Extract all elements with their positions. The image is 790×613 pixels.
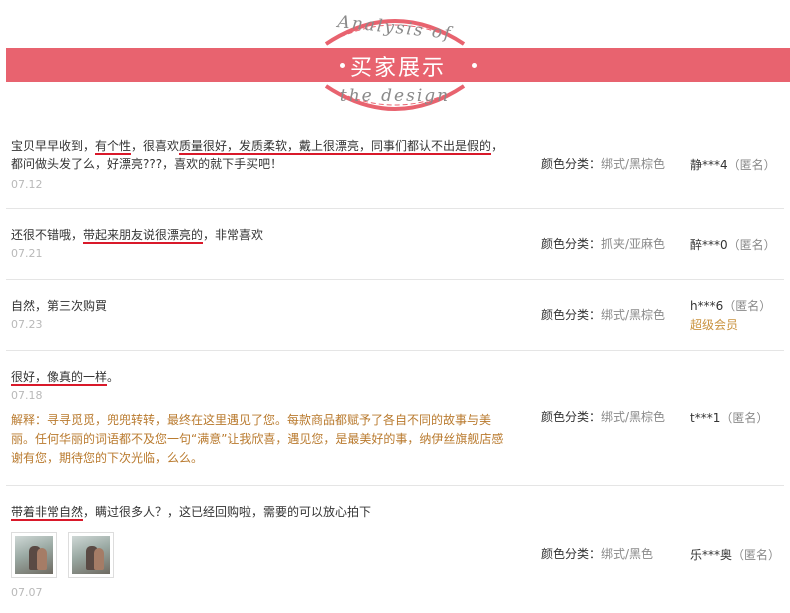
- review-text-segment: 还很不错哦，: [11, 228, 84, 242]
- review-text-highlight: 很好，像真的一样: [11, 370, 108, 386]
- reviewer: 乐***奥（匿名）: [690, 546, 780, 563]
- color-category-label: 颜色分类：: [541, 547, 602, 561]
- review-date: 07.12: [11, 178, 43, 191]
- reviewer: t***1（匿名）: [690, 409, 768, 426]
- banner: 买家展示: [6, 48, 790, 82]
- review-photo-thumbnail[interactable]: [68, 532, 114, 578]
- review-text: 还很不错哦，带起来朋友说很漂亮的，非常喜欢: [11, 226, 506, 244]
- reviewer: 醉***0（匿名）: [690, 236, 776, 253]
- anonymous-tag: （匿名）: [727, 238, 776, 252]
- reviewer-name: 醉***0: [690, 238, 728, 252]
- anonymous-tag: （匿名）: [720, 411, 769, 425]
- color-category-value: 绑式/黑色: [601, 547, 654, 561]
- color-category-value: 绑式/黑棕色: [601, 410, 666, 424]
- review-text-highlight: 带着非常自然: [11, 505, 84, 521]
- review-list: 宝贝早早收到，有个性，很喜欢质量很好，发质柔软，戴上很漂亮，同事们都认不出是假的…: [6, 120, 784, 613]
- photo-figure: [37, 548, 47, 570]
- banner-dot-right: [472, 63, 477, 68]
- color-category-label: 颜色分类：: [541, 410, 602, 424]
- reviewer-name: t***1: [690, 411, 721, 425]
- review-text-segment: ，瞒过很多人？，这已经回购啦，需要的可以放心拍下: [83, 505, 372, 519]
- review-photo-image: [72, 536, 110, 574]
- anonymous-tag: （匿名）: [732, 548, 781, 562]
- review-text: 自然，第三次购買: [11, 297, 506, 315]
- review-date: 07.23: [11, 318, 43, 331]
- review-photo-thumbnail[interactable]: [11, 532, 57, 578]
- review-text-segment: 自然，第三次购買: [11, 299, 108, 313]
- top-scallop-arc: Analysis of: [318, 2, 472, 48]
- review-row: 自然，第三次购買 07.23 颜色分类：绑式/黑棕色 h***6（匿名） 超级会…: [6, 280, 784, 351]
- reviewer-name: 乐***奥: [690, 548, 733, 562]
- color-category-label: 颜色分类：: [541, 157, 602, 171]
- section-header: Analysis of 买家展示 the design: [0, 0, 790, 130]
- review-text: 很好，像真的一样。: [11, 368, 506, 386]
- review-text-segment: 宝贝早早收到，: [11, 139, 96, 153]
- review-text-highlight: 有个性: [95, 139, 132, 155]
- color-category-label: 颜色分类：: [541, 308, 602, 322]
- seller-reply: 解释：寻寻觅觅，兜兜转转，最终在这里遇见了您。每款商品都赋予了各自不同的故事与美…: [11, 413, 504, 465]
- color-category-value: 抓夹/亚麻色: [601, 237, 666, 251]
- review-row: 还很不错哦，带起来朋友说很漂亮的，非常喜欢 07.21 颜色分类：抓夹/亚麻色 …: [6, 209, 784, 280]
- review-row: 宝贝早早收到，有个性，很喜欢质量很好，发质柔软，戴上很漂亮，同事们都认不出是假的…: [6, 120, 784, 209]
- review-photo-image: [15, 536, 53, 574]
- color-category: 颜色分类：抓夹/亚麻色: [541, 235, 665, 252]
- review-text-segment: ，非常喜欢: [203, 228, 264, 242]
- reviewer-name: 静***4: [690, 158, 728, 172]
- bottom-arc-text: the design: [339, 86, 451, 106]
- review-date: 07.07: [11, 586, 43, 599]
- review-text: 宝贝早早收到，有个性，很喜欢质量很好，发质柔软，戴上很漂亮，同事们都认不出是假的…: [11, 137, 506, 173]
- reviewer-name: h***6: [690, 299, 724, 313]
- vip-badge: 超级会员: [690, 318, 739, 332]
- color-category: 颜色分类：绑式/黑色: [541, 545, 653, 562]
- color-category: 颜色分类：绑式/黑棕色: [541, 306, 665, 323]
- banner-title: 买家展示: [349, 56, 446, 81]
- photo-figure: [94, 548, 104, 570]
- color-category-label: 颜色分类：: [541, 237, 602, 251]
- review-row: 很好，像真的一样。 07.18 解释：寻寻觅觅，兜兜转转，最终在这里遇见了您。每…: [6, 351, 784, 486]
- color-category-value: 绑式/黑棕色: [601, 157, 666, 171]
- review-text-segment: ，很喜欢: [131, 139, 180, 153]
- review-text-highlight: 质量很好，发质柔软，戴上很漂亮，同事们都认不出是假的: [179, 139, 492, 155]
- reviewer: h***6（匿名）: [690, 297, 771, 314]
- color-category: 颜色分类：绑式/黑棕色: [541, 155, 665, 172]
- review-date: 07.21: [11, 247, 43, 260]
- color-category-value: 绑式/黑棕色: [601, 308, 666, 322]
- reviewer: 静***4（匿名）: [690, 156, 776, 173]
- review-text: 带着非常自然，瞒过很多人？，这已经回购啦，需要的可以放心拍下: [11, 503, 506, 521]
- anonymous-tag: （匿名）: [727, 158, 776, 172]
- anonymous-tag: （匿名）: [723, 299, 772, 313]
- review-date: 07.18: [11, 389, 43, 402]
- color-category: 颜色分类：绑式/黑棕色: [541, 408, 665, 425]
- review-text-highlight: 带起来朋友说很漂亮的: [83, 228, 204, 244]
- review-text-segment: 。: [107, 370, 120, 384]
- review-row: 带着非常自然，瞒过很多人？，这已经回购啦，需要的可以放心拍下 07.07 颜色分…: [6, 486, 784, 613]
